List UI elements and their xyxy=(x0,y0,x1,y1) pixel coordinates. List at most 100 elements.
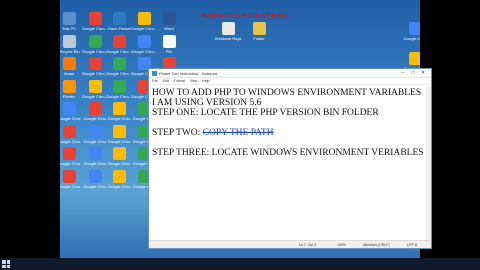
app-icon xyxy=(112,34,126,48)
desktop-icon-label: Cisco Packet xyxy=(107,26,131,31)
close-button[interactable]: ✕ xyxy=(418,70,428,76)
desktop-icon-label: Google Chro... xyxy=(106,48,132,54)
text-line: STEP TWO: COPY THE PATH xyxy=(152,128,425,138)
letterbox-left xyxy=(0,0,60,270)
app-icon xyxy=(162,34,176,48)
desktop-icon[interactable]: Google Chro xyxy=(82,169,108,189)
app-icon xyxy=(221,22,235,35)
app-icon xyxy=(162,12,176,25)
desktop-icon-label: Google Chro xyxy=(83,138,107,144)
desktop-icon[interactable]: Cisco Packet xyxy=(106,12,132,31)
status-line-ending: Windows (CRLF) xyxy=(363,243,390,247)
app-icon xyxy=(62,12,76,25)
desktop-icon[interactable]: Google Chro xyxy=(82,102,108,121)
desktop-icon-label: Google Chro xyxy=(83,116,107,121)
desktop-icon[interactable]: Google Chro xyxy=(106,169,132,189)
app-icon xyxy=(62,57,76,70)
desktop-icon[interactable]: Google Chro... xyxy=(82,57,108,76)
text-line: HOW TO ADD PHP TO WINDOWS ENVIRONMENT VA… xyxy=(152,88,422,98)
desktop-icon-label: Google Chro... xyxy=(82,26,108,31)
status-encoding: UTF-8 xyxy=(407,243,417,247)
desktop-icon[interactable]: Google Chro... xyxy=(82,34,108,54)
app-icon xyxy=(62,124,76,138)
text-line xyxy=(152,118,425,128)
menu-format[interactable]: Format xyxy=(174,79,185,83)
desktop-icon[interactable]: Google Chro... xyxy=(106,34,132,54)
desktop-icon-label: Google Chro... xyxy=(82,93,108,99)
text-line: STEP THREE: LOCATE WINDOWS ENVIRONMENT V… xyxy=(152,148,424,158)
notepad-text-area[interactable]: HOW TO ADD PHP TO WINDOWS ENVIRONMENT VA… xyxy=(152,88,425,238)
desktop-icon-label: Google Chro... xyxy=(106,93,132,99)
desktop-icon-label: Google Chro... xyxy=(82,48,108,54)
desktop-icon-label: Word xyxy=(164,26,174,31)
app-icon xyxy=(62,79,76,93)
desktop-icon[interactable]: Google Chro xyxy=(82,124,108,144)
app-icon xyxy=(112,169,126,183)
start-button[interactable] xyxy=(2,260,10,268)
text-line-prefix: STEP TWO: xyxy=(152,128,203,138)
menu-help[interactable]: Help xyxy=(202,79,209,83)
desktop-icon[interactable]: Google Chro xyxy=(106,147,132,166)
app-icon xyxy=(112,57,126,70)
desktop-icon-label: Windows Repair xyxy=(215,36,241,41)
app-icon xyxy=(62,169,76,183)
app-icon xyxy=(88,57,102,70)
desktop-icon[interactable]: Google Chro... xyxy=(131,34,157,54)
app-icon xyxy=(88,124,102,138)
app-icon xyxy=(112,102,126,115)
app-icon xyxy=(62,34,76,48)
desktop-icon-label: Google Chro... xyxy=(82,71,108,76)
text-line: I AM USING VERSION 5.6 xyxy=(152,98,262,108)
vertical-scrollbar[interactable] xyxy=(426,86,431,240)
app-icon xyxy=(137,12,151,25)
minimize-button[interactable]: – xyxy=(398,70,408,76)
desktop-icon[interactable]: Google Chro xyxy=(82,147,108,166)
desktop-icon-label: Google Chro xyxy=(107,116,131,121)
menu-view[interactable]: View xyxy=(190,79,198,83)
app-icon xyxy=(112,124,126,138)
desktop-icon-label: Google Chro xyxy=(107,183,131,189)
desktop-icon[interactable]: Google Chro... xyxy=(106,79,132,99)
menu-edit[interactable]: Edit xyxy=(163,79,169,83)
desktop-icon-label: Google Chro xyxy=(83,161,107,166)
notepad-window[interactable]: Phase Two Instruction - Notepad – □ ✕ Fi… xyxy=(148,68,432,249)
selected-text: COPY THE PATH xyxy=(202,128,274,138)
app-icon xyxy=(112,12,126,25)
desktop-icon[interactable]: File xyxy=(156,34,182,54)
text-line xyxy=(152,138,425,148)
banner-text: SOONYTECH SOLUTIONS xyxy=(201,13,289,20)
desktop-icon[interactable]: Google Chro... xyxy=(82,79,108,99)
desktop-icon-label: Google Chro... xyxy=(131,48,157,54)
status-zoom: 100% xyxy=(337,243,346,247)
notepad-menubar: File Edit Format View Help xyxy=(149,78,431,85)
app-icon xyxy=(112,79,126,93)
app-icon xyxy=(88,79,102,93)
maximize-button[interactable]: □ xyxy=(408,70,418,76)
app-icon xyxy=(88,34,102,48)
app-icon xyxy=(112,147,126,160)
desktop-icon[interactable]: Google Chro xyxy=(106,102,132,121)
desktop-icon-label: Google Chro xyxy=(107,138,131,144)
app-icon xyxy=(88,169,102,183)
status-position: Ln 7, Col 4 xyxy=(299,243,316,247)
app-icon xyxy=(88,102,102,115)
notepad-title: Phase Two Instruction - Notepad xyxy=(159,70,217,76)
desktop-icon[interactable]: Windows Repair xyxy=(215,22,241,41)
desktop-icon-label: Folder xyxy=(253,36,265,41)
notepad-titlebar[interactable]: Phase Two Instruction - Notepad – □ ✕ xyxy=(149,69,431,78)
app-icon xyxy=(137,34,151,48)
desktop-icon[interactable]: Google Chro... xyxy=(82,12,108,31)
app-icon xyxy=(88,12,102,25)
desktop-icon[interactable]: Folder xyxy=(246,22,272,41)
desktop-icon-label: Google Chro xyxy=(83,183,107,189)
desktop-icon[interactable]: Google Chro... xyxy=(131,12,157,31)
desktop-icon[interactable]: Google Chro... xyxy=(106,57,132,76)
taskbar xyxy=(0,258,480,270)
desktop-icon-label: Google Chro xyxy=(107,161,131,166)
desktop-icon[interactable]: Google Chro xyxy=(106,124,132,144)
desktop-icon-label: Google Chro... xyxy=(131,26,157,31)
desktop-icon-label: File xyxy=(165,48,173,54)
menu-file[interactable]: File xyxy=(152,79,158,83)
desktop-icon[interactable]: Word xyxy=(156,12,182,31)
app-icon xyxy=(62,102,76,115)
